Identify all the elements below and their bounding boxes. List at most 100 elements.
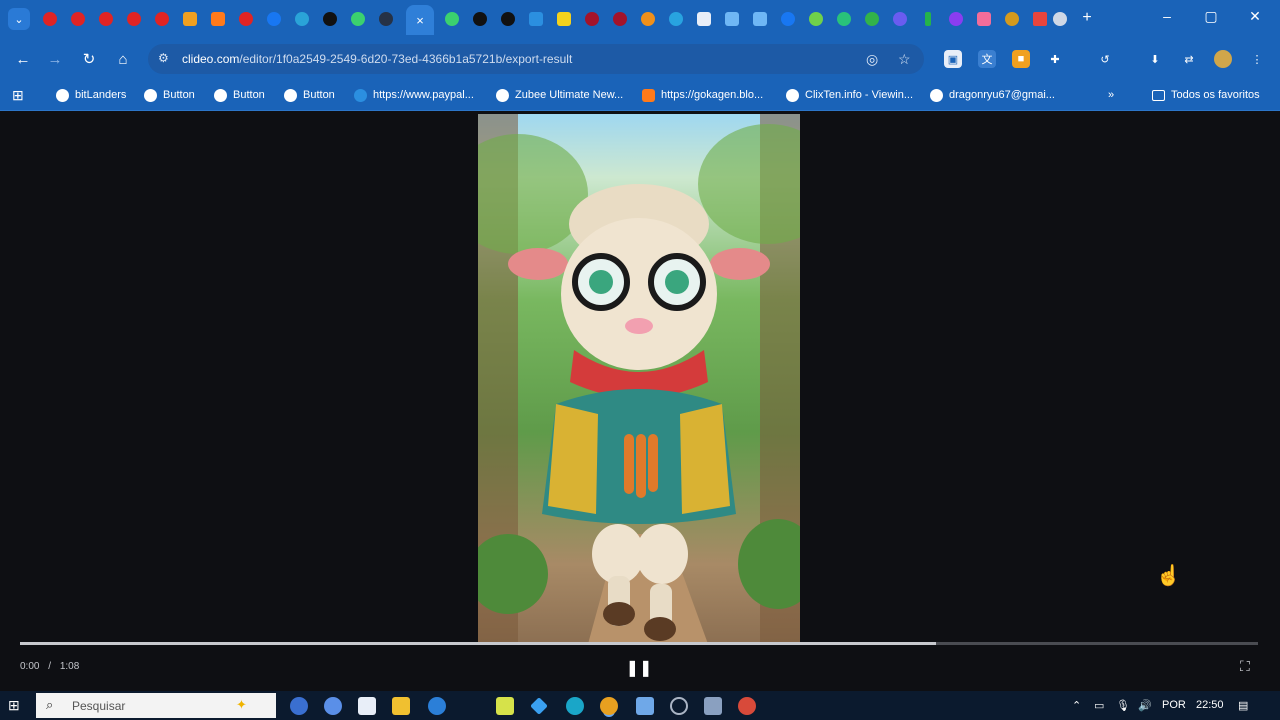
translate-icon[interactable]: 文 [978, 50, 996, 68]
tab-red-circle-2[interactable] [610, 9, 630, 29]
tab-pink-1[interactable] [974, 9, 994, 29]
file-explorer-icon[interactable] [392, 697, 410, 715]
tab-green-4[interactable] [918, 9, 938, 29]
tab-purple-1[interactable] [946, 9, 966, 29]
tab-orange-2[interactable] [638, 9, 658, 29]
tab-search-button[interactable]: ⌄ [8, 8, 30, 30]
star-icon[interactable]: ☆ [898, 51, 911, 68]
profile-switch-icon[interactable]: ⇄ [1180, 50, 1198, 68]
paypal-icon [354, 88, 367, 102]
tab-facebook-2[interactable] [778, 9, 798, 29]
tab-green-2[interactable] [834, 9, 854, 29]
notifications-icon[interactable]: ▤ [1238, 699, 1248, 712]
back-arrow-icon[interactable]: ← [12, 48, 34, 70]
edge-icon[interactable] [428, 697, 446, 715]
taskbar-app-1[interactable] [290, 697, 308, 715]
maximize-button[interactable]: ▢ [1196, 8, 1226, 25]
volume-icon[interactable]: 🔊 [1138, 699, 1152, 712]
tab-violet-1[interactable] [890, 9, 910, 29]
bookmark-bitlanders[interactable]: bitLanders [56, 86, 126, 104]
bookmark-button-3[interactable]: Button [284, 86, 335, 104]
tab-clideo-active[interactable]: × [406, 5, 434, 35]
reload-icon[interactable]: ↻ [78, 48, 100, 70]
fullscreen-icon[interactable]: ⛶ [1240, 658, 1250, 675]
clock[interactable]: 22:50 [1196, 699, 1224, 711]
video-frame[interactable] [478, 114, 800, 644]
tab-tiktok-3[interactable] [498, 9, 518, 29]
bookmark-paypal[interactable]: https://www.paypal... [354, 86, 474, 104]
windows-start-icon[interactable]: ⊞ [8, 697, 26, 715]
tab-clideo-2[interactable] [750, 9, 770, 29]
address-url[interactable]: clideo.com/editor/1f0a2549-2549-6d20-73e… [182, 52, 572, 66]
network-icon[interactable]: ▭ [1094, 699, 1104, 712]
taskbar-app-5[interactable] [530, 697, 548, 715]
address-bar[interactable]: ⚙ clideo.com/editor/1f0a2549-2549-6d20-7… [148, 44, 924, 74]
tab-yellow-1[interactable] [554, 9, 574, 29]
download-icon[interactable]: ⬇ [1146, 50, 1164, 68]
taskbar-app-4[interactable] [496, 697, 514, 715]
pause-button[interactable]: ❚❚ [626, 657, 653, 679]
video-progress-bar[interactable] [20, 642, 1258, 645]
tab-white-1[interactable] [694, 9, 714, 29]
tab-green-1[interactable] [806, 9, 826, 29]
tab-edge-1[interactable] [666, 9, 686, 29]
tab-blue-2[interactable] [526, 9, 546, 29]
tab-dark-1[interactable] [376, 9, 396, 29]
close-window-button[interactable]: ✕ [1240, 8, 1270, 25]
tab-tiktok-1[interactable] [320, 9, 340, 29]
new-tab-button[interactable]: + [1078, 9, 1096, 27]
tab-tiktok-2[interactable] [470, 9, 490, 29]
more-menu-icon[interactable]: ⋮ [1248, 50, 1266, 68]
avatar[interactable] [1214, 50, 1232, 68]
tab-facebook-1[interactable] [264, 9, 284, 29]
tab-youtube-6[interactable] [236, 9, 256, 29]
tab-green-3[interactable] [862, 9, 882, 29]
taskbar-app-7[interactable] [636, 697, 654, 715]
taskbar-search-box[interactable]: ⌕ Pesquisar ✦ [36, 693, 276, 718]
tab-red-circle-1[interactable] [582, 9, 602, 29]
bookmark-gokagen[interactable]: https://gokagen.blo... [642, 86, 763, 104]
tab-close-icon[interactable]: × [416, 13, 424, 28]
tab-globe-1[interactable] [1050, 9, 1070, 29]
forward-arrow-icon[interactable]: → [44, 48, 66, 70]
bookmarks-overflow-chevron[interactable]: » [1108, 86, 1114, 104]
bookmark-gmail[interactable]: dragonryu67@gmai... [930, 86, 1055, 104]
apps-grid-icon[interactable]: ⊞ [12, 87, 24, 104]
tab-youtube-3[interactable] [96, 9, 116, 29]
minimize-button[interactable]: – [1152, 8, 1182, 24]
taskbar-app-2[interactable] [324, 697, 342, 715]
tab-youtube-4[interactable] [124, 9, 144, 29]
site-info-icon[interactable]: ⚙ [158, 51, 169, 65]
tab-play-1[interactable] [348, 9, 368, 29]
language-indicator[interactable]: POR [1162, 699, 1186, 711]
bookmark-clixten[interactable]: ClixTen.info - Viewin... [786, 86, 913, 104]
extension-icon-2[interactable]: ■ [1012, 50, 1030, 68]
taskbar-app-9[interactable] [704, 697, 722, 715]
taskbar-app-6[interactable] [566, 697, 584, 715]
tab-orange-1[interactable] [180, 9, 200, 29]
microphone-icon[interactable]: 🎙 [1116, 699, 1130, 712]
extension-icon-1[interactable]: ▣ [944, 50, 962, 68]
chrome-icon[interactable] [600, 697, 618, 715]
home-icon[interactable]: ⌂ [112, 48, 134, 70]
tab-red-play[interactable] [1030, 9, 1050, 29]
taskbar-app-10[interactable] [738, 697, 756, 715]
bookmark-all-favorites[interactable]: Todos os favoritos [1152, 86, 1260, 104]
tab-youtube-1[interactable] [40, 9, 60, 29]
tab-youtube-2[interactable] [68, 9, 88, 29]
tab-clideo-1[interactable] [722, 9, 742, 29]
tray-chevron-icon[interactable]: ⌃ [1072, 699, 1081, 712]
tab-play-2[interactable] [442, 9, 462, 29]
history-icon[interactable]: ↺ [1096, 50, 1114, 68]
taskbar-app-3[interactable] [358, 697, 376, 715]
bookmark-zubee[interactable]: Zubee Ultimate New... [496, 86, 623, 104]
taskbar-app-8[interactable] [670, 697, 688, 715]
bookmark-button-1[interactable]: Button [144, 86, 195, 104]
tab-gold-1[interactable] [1002, 9, 1022, 29]
puzzle-icon[interactable]: ✚ [1046, 50, 1064, 68]
tab-youtube-5[interactable] [152, 9, 172, 29]
eye-off-icon[interactable]: ◎ [866, 51, 878, 68]
bookmark-button-2[interactable]: Button [214, 86, 265, 104]
tab-blogger[interactable] [208, 9, 228, 29]
tab-blue-1[interactable] [292, 9, 312, 29]
